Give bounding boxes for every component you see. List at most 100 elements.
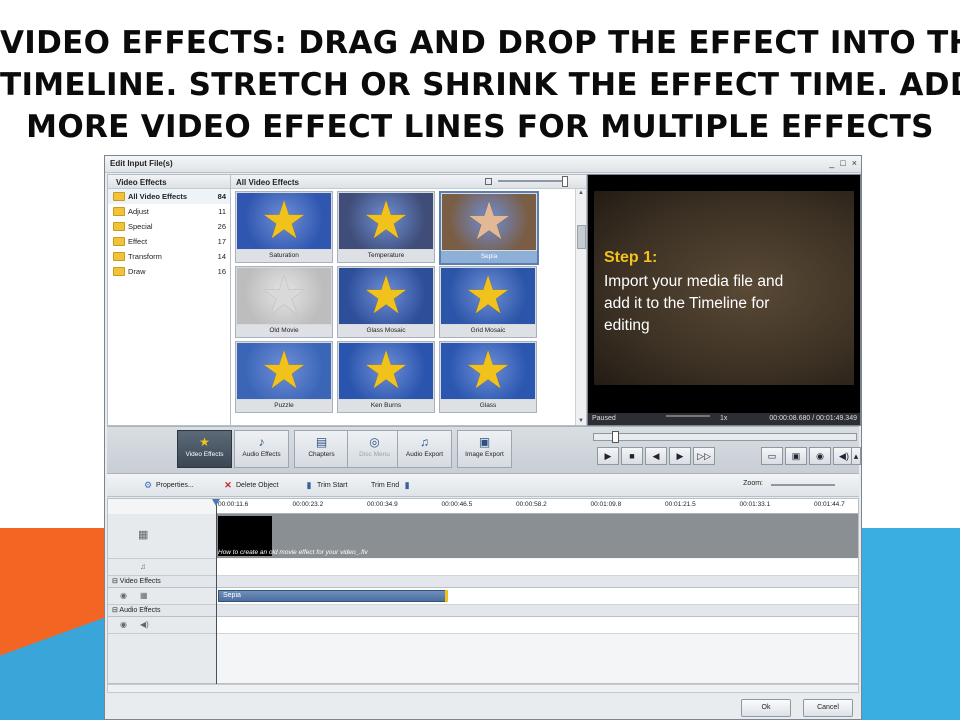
camera-icon[interactable]: ◉	[809, 447, 831, 465]
stop-button[interactable]: ■	[621, 447, 643, 465]
effect-tile[interactable]: ★ Old Movie	[235, 266, 333, 338]
category-item[interactable]: Transform 14	[108, 249, 230, 264]
audio-visibility-eye-icon[interactable]: ◉	[120, 620, 127, 629]
effect-thumbnail: ★	[442, 194, 536, 250]
previous-frame-button[interactable]: ◀	[645, 447, 667, 465]
effect-label: Puzzle	[236, 400, 332, 412]
seek-slider[interactable]	[593, 431, 857, 443]
ruler-tick: 00:00:34.9	[367, 501, 398, 508]
effect-thumbnail: ★	[441, 343, 535, 399]
star-icon: ★	[362, 193, 410, 249]
folder-icon	[113, 237, 125, 246]
scrollbar-thumb[interactable]	[577, 225, 586, 249]
effect-line-icon: ▦	[140, 591, 148, 600]
audio-effect-track[interactable]	[216, 617, 858, 634]
video-effect-track[interactable]: Sepia	[216, 588, 858, 605]
category-item[interactable]: All Video Effects 84	[108, 189, 230, 204]
scroll-up-icon[interactable]: ▲	[578, 190, 584, 196]
properties-button[interactable]: ⚙ Properties...	[143, 480, 194, 490]
edit-input-window: Edit Input File(s) _ □ × Video Effects A…	[104, 155, 862, 720]
delete-object-button[interactable]: ✕ Delete Object	[223, 480, 278, 490]
preview-status-bar: Paused 1x 00:00:08.680 / 00:01:49.349	[588, 413, 860, 425]
star-icon: ★	[260, 343, 308, 399]
star-icon: ★	[362, 343, 410, 399]
close-icon[interactable]: ×	[852, 158, 857, 168]
effect-tile[interactable]: ★ Puzzle	[235, 341, 333, 413]
effects-grid-scrollbar[interactable]: ▲ ▼	[575, 189, 586, 425]
scroll-down-icon[interactable]: ▼	[578, 418, 584, 424]
effect-tile[interactable]: ★ Grid Mosaic	[439, 266, 537, 338]
effect-tile[interactable]: ★ Saturation	[235, 191, 333, 263]
chapters-button[interactable]: ▤ Chapters	[294, 430, 349, 468]
audio-effects-icon: ♪	[258, 435, 265, 449]
ruler-tick: 00:01:21.5	[665, 501, 696, 508]
effect-thumbnail: ★	[237, 193, 331, 249]
star-icon: ★	[260, 268, 308, 324]
audio-track[interactable]	[216, 559, 858, 576]
image-export-button[interactable]: ▣ Image Export	[457, 430, 512, 468]
speaker-icon: ◀)	[140, 620, 149, 629]
effect-tile[interactable]: ★ Sepia	[439, 191, 539, 265]
properties-label: Properties...	[156, 481, 194, 489]
video-effects-button[interactable]: ★ Video Effects	[177, 430, 232, 468]
audio-effects-button[interactable]: ♪ Audio Effects	[234, 430, 289, 468]
track-header-empty	[108, 634, 217, 683]
playhead-knob[interactable]	[212, 499, 220, 506]
ok-button[interactable]: Ok	[741, 699, 791, 717]
effect-tile[interactable]: ★ Temperature	[337, 191, 435, 263]
chapters-icon: ▤	[315, 435, 328, 449]
category-label: All Video Effects	[128, 192, 188, 201]
frame-step-button[interactable]: ▷▷	[693, 447, 715, 465]
visibility-eye-icon[interactable]: ◉	[120, 591, 127, 600]
category-item[interactable]: Effect 17	[108, 234, 230, 249]
trim-end-button[interactable]: Trim End ▮	[371, 480, 412, 490]
category-item[interactable]: Adjust 11	[108, 204, 230, 219]
playback-controls: ▶ ■ ◀ ▶ ▷▷ ▭ ▣ ◉ ◀) ▴	[589, 429, 861, 471]
category-label: Draw	[128, 267, 146, 276]
timeline-ruler[interactable]: 00:00:11.6 00:00:23.2 00:00:34.9 00:00:46.5…	[216, 499, 858, 514]
delete-object-label: Delete Object	[236, 481, 279, 489]
category-panel-header: Video Effects	[108, 175, 230, 189]
playback-zoom-value: 1x	[720, 415, 728, 422]
audio-export-button[interactable]: ♫ Audio Export	[397, 430, 452, 468]
effect-thumbnail: ★	[237, 343, 331, 399]
sepia-effect-clip[interactable]: Sepia	[218, 590, 448, 602]
effect-tile[interactable]: ★ Glass	[439, 341, 537, 413]
disc-menu-button: ◎ Disc Menu	[347, 430, 402, 468]
image-export-icon: ▣	[478, 435, 491, 449]
crop-icon[interactable]: ▣	[785, 447, 807, 465]
minimize-icon[interactable]: _	[829, 158, 834, 168]
next-frame-button[interactable]: ▶	[669, 447, 691, 465]
effect-label: Grid Mosaic	[440, 325, 536, 337]
play-button[interactable]: ▶	[597, 447, 619, 465]
tool-label: Disc Menu	[359, 451, 390, 458]
preview-frame[interactable]: Step 1: Import your media file and add i…	[594, 191, 854, 385]
trim-end-icon: ▮	[404, 480, 410, 490]
thumbnail-size-slider[interactable]	[498, 176, 568, 187]
category-item[interactable]: Draw 16	[108, 264, 230, 279]
trim-start-icon: ▮	[306, 480, 312, 490]
folder-icon	[113, 192, 125, 201]
category-item[interactable]: Special 26	[108, 219, 230, 234]
video-track[interactable]: How to create an old movie effect for yo…	[216, 514, 858, 558]
timeline-horizontal-scrollbar[interactable]	[107, 684, 859, 693]
timeline-zoom-label: Zoom:	[743, 480, 763, 487]
playback-zoom-slider[interactable]	[666, 415, 710, 417]
effect-tile[interactable]: ★ Ken Burns	[337, 341, 435, 413]
maximize-icon[interactable]: □	[840, 158, 845, 168]
effect-tile[interactable]: ★ Glass Mosaic	[337, 266, 435, 338]
more-icon[interactable]: ▴	[851, 447, 861, 465]
audio-effects-section[interactable]: ⊟ Audio Effects	[108, 605, 858, 617]
cancel-button[interactable]: Cancel	[803, 699, 853, 717]
video-effects-section[interactable]: ⊟ Video Effects	[108, 576, 858, 588]
timeline-zoom-slider[interactable]	[771, 484, 835, 486]
trim-start-button[interactable]: ▮ Trim Start	[304, 480, 348, 490]
star-icon: ★	[260, 193, 308, 249]
preview-step-body: Import your media file and add it to the…	[604, 273, 784, 334]
effect-label: Glass Mosaic	[338, 325, 434, 337]
category-label: Transform	[128, 252, 162, 261]
screen-icon[interactable]: ▭	[761, 447, 783, 465]
tool-band: ★ Video Effects ♪ Audio Effects ▤ Chapters ◎ Di…	[107, 426, 861, 474]
category-count: 26	[217, 222, 226, 231]
timeline-playhead[interactable]	[212, 499, 220, 685]
